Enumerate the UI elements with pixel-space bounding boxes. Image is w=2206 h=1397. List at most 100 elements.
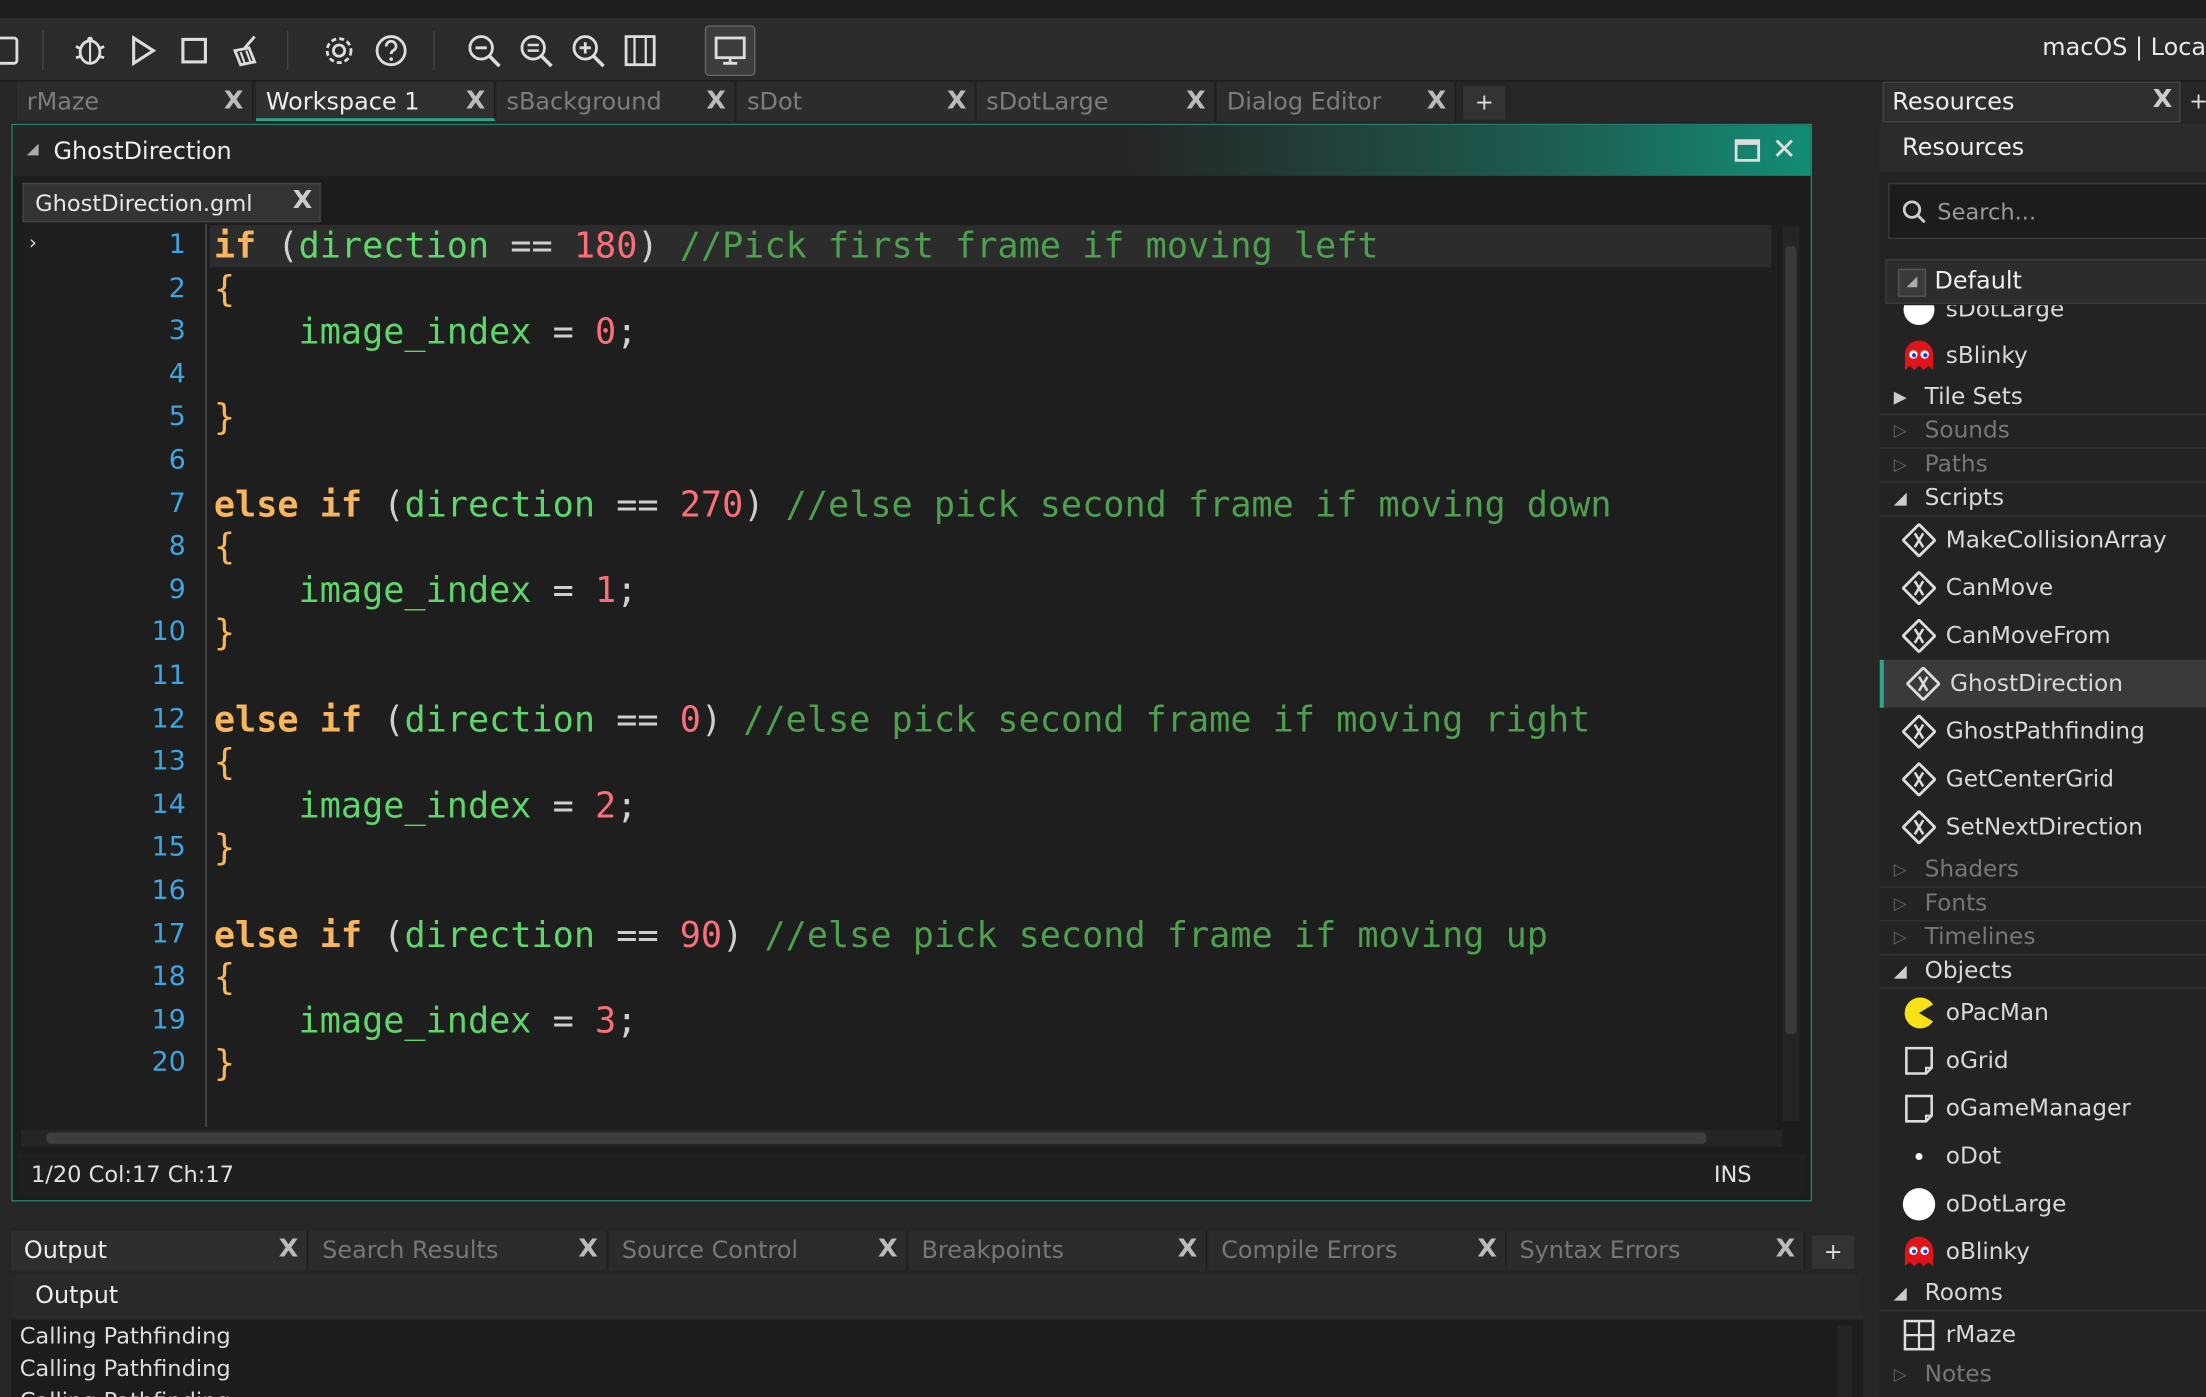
search-input[interactable]: Search...	[1888, 182, 2206, 240]
target-device-icon[interactable]	[704, 25, 756, 76]
group-fonts[interactable]: ▷ Fonts	[1879, 888, 2206, 922]
tab-workspace-1[interactable]: Workspace 1 X	[256, 81, 496, 121]
close-icon[interactable]: X	[224, 86, 244, 116]
code-line[interactable]: {	[214, 268, 235, 310]
tab-resources[interactable]: Resources X	[1882, 81, 2181, 123]
save-icon[interactable]	[0, 28, 28, 73]
tab-syntax-errors[interactable]: Syntax Errors X	[1506, 1231, 1806, 1271]
scrollbar-thumb[interactable]	[46, 1132, 1707, 1144]
group-tile-sets[interactable]: ▶ Tile Sets	[1879, 381, 2206, 416]
tree-item-opacman[interactable]: oPacMan	[1880, 989, 2206, 1037]
tab-label: sDotLarge	[986, 88, 1109, 117]
code-area[interactable]: › 1 2 3 4 5 6 7 8 9 10 11 12 13 14 15 16…	[18, 223, 1777, 1127]
code-line[interactable]: {	[214, 957, 235, 999]
code-line[interactable]: }	[214, 1043, 235, 1085]
group-paths[interactable]: ▷ Paths	[1879, 449, 2206, 483]
code-line[interactable]: else if (direction == 270) //else pick s…	[214, 483, 1612, 525]
tab-rmaze[interactable]: rMaze X	[16, 81, 254, 121]
tree-item-sdotlarge[interactable]: sDotLarge	[1880, 305, 2206, 333]
code-line[interactable]: image_index = 1;	[214, 570, 638, 612]
close-icon[interactable]: X	[578, 1234, 598, 1264]
code-line[interactable]: image_index = 2;	[214, 785, 638, 827]
tree-item-odot[interactable]: oDot	[1880, 1133, 2206, 1181]
debug-icon[interactable]	[68, 28, 113, 73]
close-icon[interactable]: X	[293, 186, 313, 216]
tree-item-canmovefrom[interactable]: CanMoveFrom	[1880, 612, 2206, 660]
tab-sdot[interactable]: sDot X	[737, 81, 977, 121]
tree-item-canmove[interactable]: CanMove	[1880, 564, 2206, 612]
clean-icon[interactable]	[224, 28, 269, 73]
close-icon[interactable]: X	[947, 86, 967, 116]
add-tab-button[interactable]: +	[1812, 1235, 1855, 1270]
close-icon[interactable]: X	[878, 1234, 898, 1264]
tree-item-setnextdirection[interactable]: SetNextDirection	[1880, 803, 2206, 851]
help-icon[interactable]	[369, 28, 414, 73]
maximize-icon[interactable]	[1734, 139, 1761, 162]
tree-item-rmaze[interactable]: rMaze	[1880, 1311, 2206, 1359]
tab-search-results[interactable]: Search Results X	[309, 1231, 608, 1271]
code-line[interactable]: if (direction == 180) //Pick first frame…	[214, 225, 1379, 267]
group-timelines[interactable]: ▷ Timelines	[1879, 922, 2206, 956]
preferences-icon[interactable]	[317, 28, 362, 73]
tree-item-getcentergrid[interactable]: GetCenterGrid	[1880, 756, 2206, 804]
tab-compile-errors[interactable]: Compile Errors X	[1208, 1231, 1507, 1271]
code-line[interactable]: }	[214, 397, 235, 439]
code-line[interactable]: else if (direction == 90) //else pick se…	[214, 914, 1548, 956]
tab-source-control[interactable]: Source Control X	[609, 1231, 908, 1271]
group-objects[interactable]: ◢ Objects	[1879, 955, 2206, 990]
close-icon[interactable]: X	[1178, 1234, 1198, 1264]
scrollbar-thumb[interactable]	[1785, 246, 1797, 1035]
tab-output[interactable]: Output X	[11, 1231, 309, 1271]
tree-item-ghostdirection[interactable]: GhostDirection	[1879, 659, 2206, 708]
fit-icon[interactable]	[618, 28, 663, 73]
tree-item-odotlarge[interactable]: oDotLarge	[1880, 1180, 2206, 1228]
tree-item-sblinky[interactable]: sBlinky	[1880, 332, 2206, 380]
code-line[interactable]: {	[214, 526, 235, 568]
insert-mode-indicator[interactable]: INS	[1714, 1161, 1752, 1188]
code-line[interactable]: image_index = 0;	[214, 311, 638, 353]
output-scrollbar[interactable]	[1837, 1325, 1852, 1397]
file-tab[interactable]: GhostDirection.gml X	[22, 182, 321, 223]
tree-item-ogamemanager[interactable]: oGameManager	[1880, 1085, 2206, 1133]
close-icon[interactable]: X	[2153, 84, 2173, 114]
close-icon[interactable]: X	[1427, 86, 1447, 116]
tab-sbackground[interactable]: sBackground X	[496, 81, 736, 121]
add-tab-button[interactable]: +	[2189, 87, 2206, 114]
vertical-scrollbar[interactable]	[1782, 226, 1800, 1122]
tree-item-makecollisionarray[interactable]: MakeCollisionArray	[1880, 516, 2206, 564]
zoom-in-icon[interactable]	[566, 28, 611, 73]
group-sounds[interactable]: ▷ Sounds	[1879, 415, 2206, 449]
close-icon[interactable]: X	[1477, 1234, 1497, 1264]
close-icon[interactable]: X	[279, 1234, 299, 1264]
close-icon[interactable]: X	[1776, 1234, 1796, 1264]
zoom-reset-icon[interactable]	[514, 28, 559, 73]
target-platform-label[interactable]: macOS | Loca	[2042, 34, 2206, 62]
code-line[interactable]: }	[214, 613, 235, 655]
group-shaders[interactable]: ▷ Shaders	[1879, 854, 2206, 888]
tab-breakpoints[interactable]: Breakpoints X	[908, 1231, 1208, 1271]
tree-item-oblinky[interactable]: oBlinky	[1880, 1228, 2206, 1276]
group-rooms[interactable]: ◢ Rooms	[1879, 1277, 2206, 1312]
group-notes[interactable]: ▷ Notes	[1880, 1359, 2206, 1389]
group-scripts[interactable]: ◢ Scripts	[1879, 483, 2206, 517]
horizontal-scrollbar[interactable]	[21, 1129, 1783, 1147]
add-tab-button[interactable]: +	[1463, 85, 1506, 120]
tree-item-ogrid[interactable]: oGrid	[1880, 1037, 2206, 1085]
group-default[interactable]: ◢ Default	[1885, 258, 2206, 304]
close-icon[interactable]: X	[466, 86, 486, 116]
code-line[interactable]: else if (direction == 0) //else pick sec…	[214, 699, 1590, 741]
close-icon[interactable]: ✕	[1772, 132, 1797, 166]
tree-item-ghostpathfinding[interactable]: GhostPathfinding	[1880, 708, 2206, 756]
tab-dialog-editor[interactable]: Dialog Editor X	[1216, 81, 1457, 121]
code-line[interactable]: }	[214, 828, 235, 870]
run-icon[interactable]	[120, 28, 165, 73]
close-icon[interactable]: X	[1186, 86, 1206, 116]
collapse-icon[interactable]: ◢	[27, 139, 39, 157]
close-icon[interactable]: X	[706, 86, 726, 116]
tab-sdotlarge[interactable]: sDotLarge X	[976, 81, 1216, 121]
editor-title-bar[interactable]: ◢ GhostDirection ✕	[12, 125, 1811, 176]
stop-icon[interactable]	[172, 28, 217, 73]
code-line[interactable]: image_index = 3;	[214, 1000, 638, 1042]
zoom-out-icon[interactable]	[461, 28, 506, 73]
code-line[interactable]: {	[214, 742, 235, 784]
